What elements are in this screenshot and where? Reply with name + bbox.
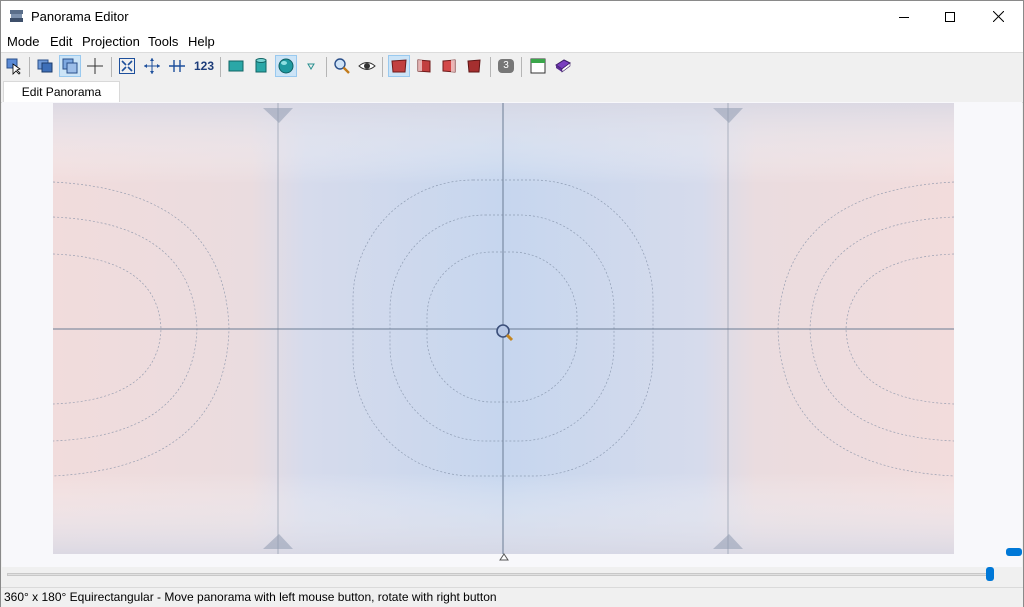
menu-mode[interactable]: Mode — [7, 34, 40, 49]
cylindrical-icon — [255, 58, 267, 73]
app-window: Panorama Editor Mode Edit Projection Too… — [0, 0, 1024, 607]
panorama-image — [53, 103, 954, 554]
mask-icon — [62, 58, 78, 74]
app-icon — [10, 10, 23, 22]
book-button[interactable] — [552, 55, 574, 77]
window-title: Panorama Editor — [31, 9, 129, 24]
horizontal-slider-track[interactable] — [7, 573, 987, 576]
menu-projection[interactable]: Projection — [82, 34, 140, 49]
layer-3-icon — [442, 59, 456, 73]
layer-4-icon — [467, 59, 481, 73]
zoom-button[interactable] — [331, 55, 353, 77]
fit-button[interactable] — [116, 55, 138, 77]
title-bar: Panorama Editor — [1, 1, 1023, 32]
maximize-icon — [945, 11, 955, 22]
toolbar-separator — [521, 57, 522, 77]
window-button[interactable] — [527, 55, 549, 77]
close-button[interactable] — [975, 1, 1021, 32]
menu-tools[interactable]: Tools — [148, 34, 178, 49]
rectilinear-button[interactable] — [225, 55, 247, 77]
zoom-icon — [334, 58, 350, 74]
layer-3-button[interactable] — [438, 55, 460, 77]
toolbar-separator — [326, 57, 327, 77]
toolbar-separator — [29, 57, 30, 77]
layer-4-button[interactable] — [463, 55, 485, 77]
maximize-button[interactable] — [927, 1, 973, 32]
straighten-button[interactable] — [166, 55, 188, 77]
projection-dropdown-icon — [307, 63, 315, 70]
menu-bar: Mode Edit Projection Tools Help — [1, 32, 1023, 52]
mask-button[interactable] — [59, 55, 81, 77]
numeric-transform-button[interactable]: 123 — [191, 55, 217, 77]
panorama-preview[interactable] — [53, 103, 954, 554]
tab-edit-panorama[interactable]: Edit Panorama — [3, 81, 120, 102]
center-icon — [144, 58, 160, 74]
status-bar: 360° x 180° Equirectangular - Move panor… — [1, 587, 1023, 607]
crop-icon — [87, 58, 103, 74]
horizontal-position-marker-icon[interactable] — [499, 553, 509, 561]
layer-1-button[interactable] — [388, 55, 410, 77]
close-icon — [992, 11, 1004, 22]
menu-help[interactable]: Help — [188, 34, 215, 49]
select-pointer-button[interactable] — [3, 55, 25, 77]
projection-dropdown-button[interactable] — [300, 55, 322, 77]
panorama-canvas-area — [2, 102, 1022, 567]
toolbar: 123 3 — [1, 52, 1023, 81]
spherical-icon — [278, 58, 294, 74]
toolbar-separator — [111, 57, 112, 77]
overlap-count-icon: 3 — [498, 59, 514, 73]
layer-2-button[interactable] — [413, 55, 435, 77]
toolbar-separator — [382, 57, 383, 77]
layer-1-icon — [391, 59, 407, 73]
preview-button[interactable] — [356, 55, 378, 77]
select-pointer-icon — [6, 58, 21, 75]
cylindrical-button[interactable] — [250, 55, 272, 77]
overlap-count-button[interactable]: 3 — [495, 55, 517, 77]
spherical-button[interactable] — [275, 55, 297, 77]
tab-strip: Edit Panorama — [1, 80, 1023, 103]
window-icon — [530, 58, 546, 74]
straighten-icon — [169, 60, 185, 72]
toolbar-separator — [490, 57, 491, 77]
minimize-icon — [899, 16, 909, 18]
vertical-zoom-slider-thumb[interactable] — [1006, 548, 1022, 556]
status-text: 360° x 180° Equirectangular - Move panor… — [4, 590, 497, 604]
crop-button[interactable] — [84, 55, 106, 77]
layer-2-icon — [417, 59, 431, 73]
preview-eye-icon — [358, 62, 376, 70]
book-icon — [555, 59, 571, 73]
center-button[interactable] — [141, 55, 163, 77]
rectilinear-icon — [228, 60, 244, 72]
menu-edit[interactable]: Edit — [50, 34, 72, 49]
toolbar-separator — [220, 57, 221, 77]
numeric-transform-label: 123 — [193, 59, 215, 73]
images-icon — [37, 59, 53, 73]
fit-icon — [119, 58, 135, 74]
images-button[interactable] — [34, 55, 56, 77]
minimize-button[interactable] — [881, 1, 927, 32]
horizontal-slider-thumb[interactable] — [986, 567, 994, 581]
